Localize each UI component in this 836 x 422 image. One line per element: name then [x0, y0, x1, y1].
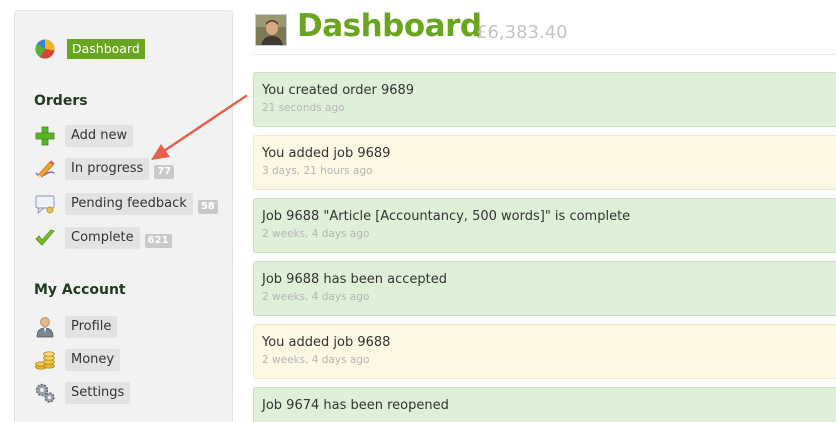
nav-item-money[interactable]: Money	[34, 349, 121, 371]
comment-icon	[35, 195, 55, 215]
feed-item: Job 9688 has been accepted 2 weeks, 4 da…	[253, 261, 836, 316]
account-balance: £6,383.40	[476, 22, 568, 43]
feed-item: You created order 9689 21 seconds ago	[253, 72, 836, 127]
avatar-photo	[256, 15, 286, 45]
sidebar: Dashboard Orders Add new In progress 77 …	[14, 10, 233, 422]
count-badge-complete: 621	[144, 234, 172, 248]
count-badge-pending-feedback: 58	[197, 200, 218, 214]
feed-item-time: 21 seconds ago	[262, 102, 345, 114]
nav-label-complete[interactable]: Complete	[65, 227, 140, 249]
feed-item-text: Job 9688 "Article [Accountancy, 500 word…	[262, 209, 631, 224]
feed-item: You added job 9688 2 weeks, 4 days ago	[253, 324, 836, 379]
feed-item-text: You created order 9689	[262, 83, 415, 98]
feed-item-time: 2 weeks, 4 days ago	[262, 291, 370, 303]
nav-item-profile[interactable]: Profile	[34, 316, 118, 338]
header-divider	[253, 54, 836, 55]
nav-item-pending-feedback[interactable]: Pending feedback 58	[34, 193, 218, 215]
avatar[interactable]	[255, 14, 287, 46]
feed-item: Job 9674 has been reopened	[253, 387, 836, 422]
plus-icon	[35, 126, 55, 146]
feed-item-time: 2 weeks, 4 days ago	[262, 354, 370, 366]
gears-icon	[35, 383, 55, 403]
nav-label-in-progress[interactable]: In progress	[65, 158, 150, 180]
section-title-orders: Orders	[34, 93, 88, 109]
nav-item-in-progress[interactable]: In progress 77	[34, 158, 175, 180]
nav-item-add-new[interactable]: Add new	[34, 125, 134, 147]
feed-item: You added job 9689 3 days, 21 hours ago	[253, 135, 836, 190]
count-badge-in-progress: 77	[154, 165, 175, 179]
feed-item-text: You added job 9689	[262, 146, 391, 161]
dashboard-link[interactable]: Dashboard	[67, 39, 145, 59]
nav-label-profile[interactable]: Profile	[65, 316, 118, 338]
feed-item-time: 3 days, 21 hours ago	[262, 165, 373, 177]
nav-label-money[interactable]: Money	[65, 349, 121, 371]
feed-item: Job 9688 "Article [Accountancy, 500 word…	[253, 198, 836, 253]
nav-item-complete[interactable]: Complete 621	[34, 227, 172, 249]
section-title-my-account: My Account	[34, 282, 126, 298]
feed-item-time: 2 weeks, 4 days ago	[262, 228, 370, 240]
nav-item-settings[interactable]: Settings	[34, 382, 131, 404]
checkmark-icon	[35, 229, 55, 246]
coins-icon	[35, 351, 55, 370]
nav-label-pending-feedback[interactable]: Pending feedback	[65, 193, 193, 215]
nav-label-add-new[interactable]: Add new	[65, 125, 134, 147]
nav-label-settings[interactable]: Settings	[65, 382, 131, 404]
pie-chart-icon	[35, 39, 55, 59]
feed-item-text: You added job 9688	[262, 335, 391, 350]
user-icon	[36, 317, 54, 338]
feed-item-text: Job 9688 has been accepted	[262, 272, 447, 287]
pencil-icon	[35, 160, 55, 179]
feed-item-text: Job 9674 has been reopened	[262, 398, 449, 413]
page-title: Dashboard	[297, 8, 482, 44]
sidebar-brand[interactable]: Dashboard	[35, 39, 145, 59]
